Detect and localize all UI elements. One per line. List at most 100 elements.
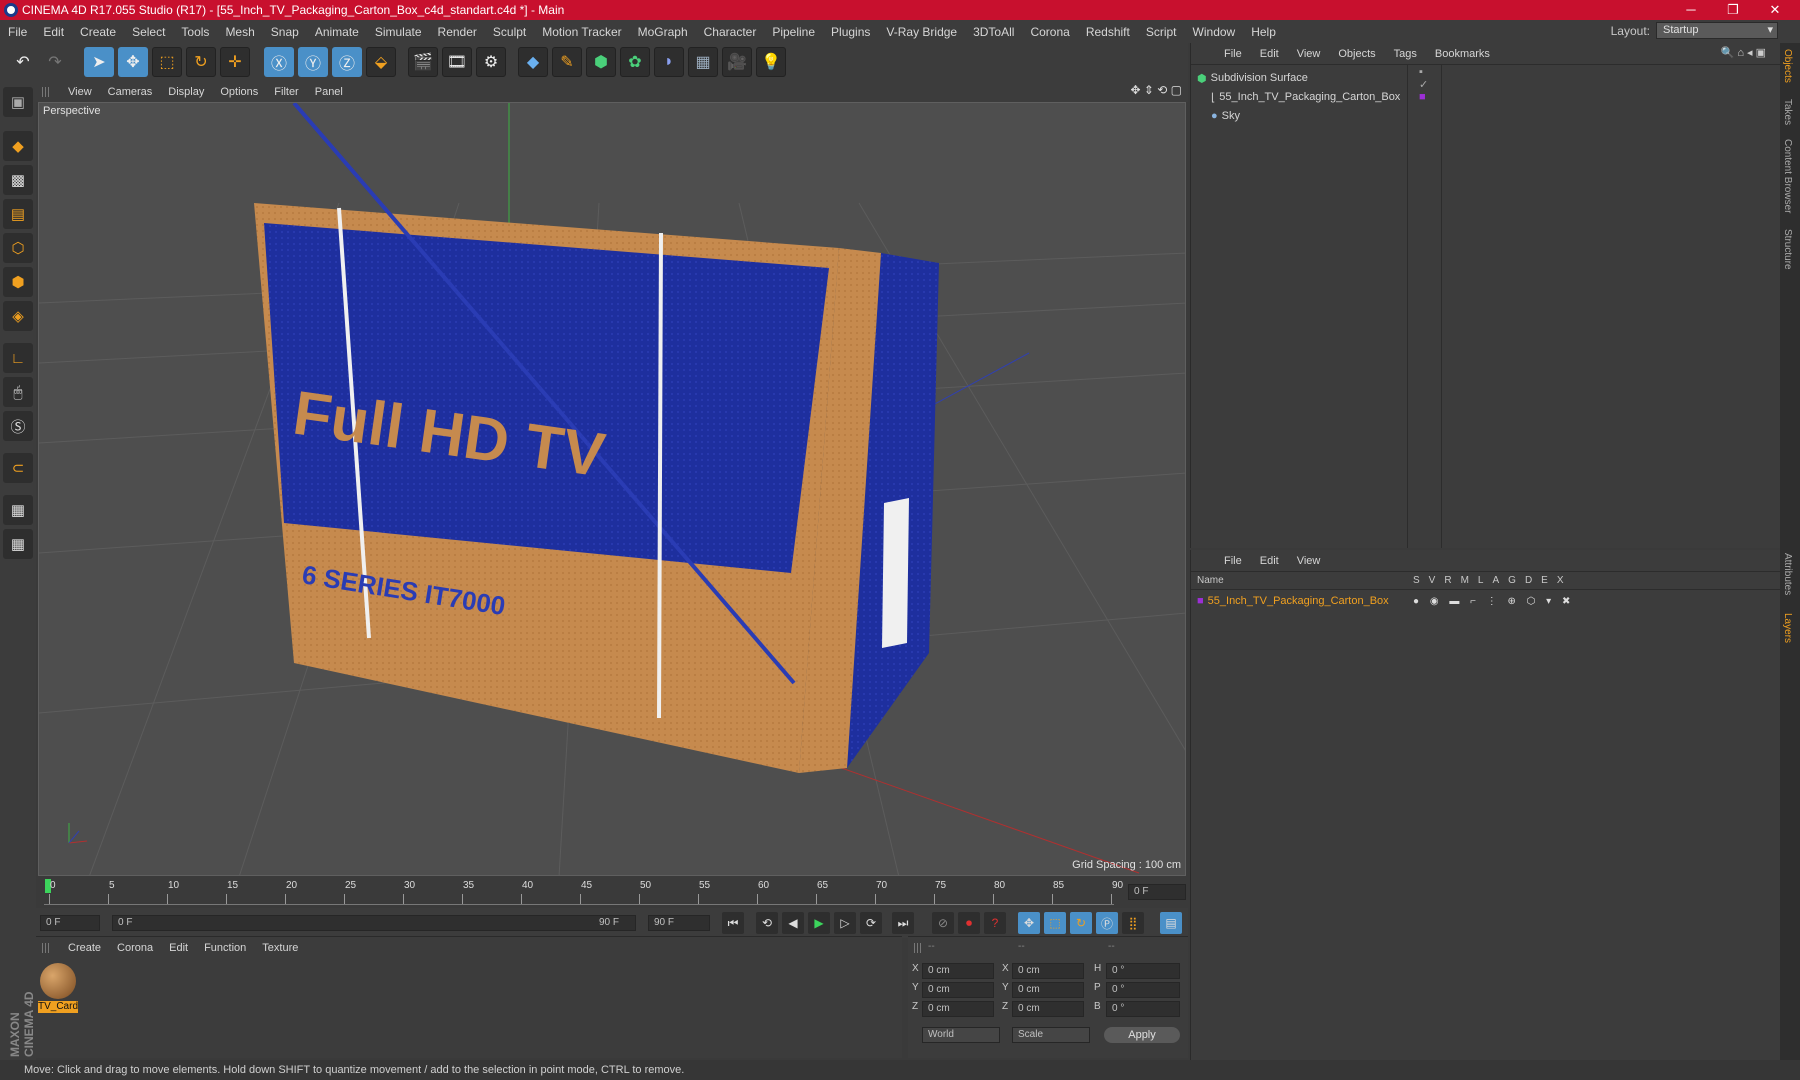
lock-workplane-icon[interactable]: ▦ xyxy=(3,495,33,525)
start-frame-field[interactable]: 0 F xyxy=(40,915,100,931)
menu-tools[interactable]: Tools xyxy=(173,25,217,39)
tab-structure[interactable]: Structure xyxy=(1782,229,1793,270)
magnet-icon[interactable]: ⊂ xyxy=(3,453,33,483)
transform-icon[interactable]: ✛ xyxy=(220,47,250,77)
viewport-nav-icons[interactable]: ✥ ⇕ ⟲ ▢ xyxy=(1130,83,1182,97)
redo-icon[interactable]: ↷ xyxy=(40,47,70,77)
object-menu-tags[interactable]: Tags xyxy=(1385,48,1426,60)
points-mode-icon[interactable]: ⬡ xyxy=(3,233,33,263)
timeline-window-icon[interactable]: ▤ xyxy=(1160,912,1182,934)
key-parameter-icon[interactable]: Ⓟ xyxy=(1096,912,1118,934)
menu-help[interactable]: Help xyxy=(1243,25,1284,39)
tab-layers[interactable]: Layers xyxy=(1782,613,1793,643)
snapping-icon[interactable]: Ⓢ xyxy=(3,411,33,441)
subdivision-icon[interactable]: ⬢ xyxy=(586,47,616,77)
texture-mode-icon[interactable]: ▩ xyxy=(3,165,33,195)
material-menu-edit[interactable]: Edit xyxy=(161,942,196,954)
material-menu-texture[interactable]: Texture xyxy=(254,942,306,954)
rotation-p-field[interactable]: 0 ° xyxy=(1106,982,1180,998)
material-menu-create[interactable]: Create xyxy=(60,942,109,954)
scale-mode-select[interactable]: Scale xyxy=(1012,1027,1090,1043)
planar-workplane-icon[interactable]: ▦ xyxy=(3,529,33,559)
viewport-menu-view[interactable]: View xyxy=(60,86,100,98)
z-axis-icon[interactable]: Ⓩ xyxy=(332,47,362,77)
menu-3dtoall[interactable]: 3DToAll xyxy=(965,25,1022,39)
deformer-icon[interactable]: ◗ xyxy=(654,47,684,77)
object-menu-objects[interactable]: Objects xyxy=(1329,48,1384,60)
rotate-icon[interactable]: ↻ xyxy=(186,47,216,77)
apply-button[interactable]: Apply xyxy=(1104,1027,1180,1043)
object-row-carton-box[interactable]: ⌊ 55_Inch_TV_Packaging_Carton_Box ■ xyxy=(1211,88,1426,106)
viewport-menu-panel[interactable]: Panel xyxy=(307,86,351,98)
carton-box-model[interactable]: Full HD TV 6 SERIES IT7000 xyxy=(254,103,939,773)
menu-render[interactable]: Render xyxy=(430,25,485,39)
render-picture-viewer-icon[interactable]: 🎞 xyxy=(442,47,472,77)
menu-character[interactable]: Character xyxy=(696,25,765,39)
material-tag-icon[interactable]: ■ xyxy=(1419,91,1426,103)
menu-sculpt[interactable]: Sculpt xyxy=(485,25,534,39)
object-row-sky[interactable]: ● Sky xyxy=(1211,107,1240,125)
position-z-field[interactable]: 0 cm xyxy=(922,1001,994,1017)
menu-mograph[interactable]: MoGraph xyxy=(630,25,696,39)
timeline-track[interactable] xyxy=(44,879,1114,905)
scale-icon[interactable]: ⬚ xyxy=(152,47,182,77)
visibility-dots-icon[interactable]: ▪ ✓ xyxy=(1419,66,1428,91)
viewport-menu-options[interactable]: Options xyxy=(212,86,266,98)
camera-icon[interactable]: 🎥 xyxy=(722,47,752,77)
tab-objects[interactable]: Objects xyxy=(1782,49,1793,83)
size-x-field[interactable]: 0 cm xyxy=(1012,963,1084,979)
layer-flag-icons[interactable]: ● ◉ ▬ ⌐ ⋮ ⊕ ⬡ ▾ ✖ xyxy=(1413,596,1574,607)
undo-icon[interactable]: ↶ xyxy=(8,47,38,77)
tab-takes[interactable]: Takes xyxy=(1782,99,1793,125)
object-menu-edit[interactable]: Edit xyxy=(1251,48,1288,60)
keyframe-selection-icon[interactable]: ? xyxy=(984,912,1006,934)
maximize-icon[interactable]: ❐ xyxy=(1712,0,1754,20)
next-key-icon[interactable]: ⟳ xyxy=(860,912,882,934)
tab-content-browser[interactable]: Content Browser xyxy=(1782,139,1793,213)
size-y-field[interactable]: 0 cm xyxy=(1012,982,1084,998)
menu-snap[interactable]: Snap xyxy=(263,25,307,39)
position-x-field[interactable]: 0 cm xyxy=(922,963,994,979)
menu-simulate[interactable]: Simulate xyxy=(367,25,430,39)
timeline-ruler[interactable]: 0 5 10 15 20 25 30 35 40 45 50 55 60 65 70 75 80 85 90 0 F xyxy=(36,876,1188,908)
menu-vray-bridge[interactable]: V-Ray Bridge xyxy=(878,25,965,39)
menu-window[interactable]: Window xyxy=(1185,25,1244,39)
go-to-end-icon[interactable]: ⏭ xyxy=(892,912,914,934)
make-editable-icon[interactable]: ▣ xyxy=(3,87,33,117)
polygons-mode-icon[interactable]: ◈ xyxy=(3,301,33,331)
position-y-field[interactable]: 0 cm xyxy=(922,982,994,998)
menu-corona[interactable]: Corona xyxy=(1022,25,1077,39)
pen-spline-icon[interactable]: ✎ xyxy=(552,47,582,77)
size-z-field[interactable]: 0 cm xyxy=(1012,1001,1084,1017)
frame-range-slider[interactable]: 0 F 90 F xyxy=(112,915,636,931)
rotation-h-field[interactable]: 0 ° xyxy=(1106,963,1180,979)
record-keys-icon[interactable]: ⊘ xyxy=(932,912,954,934)
search-icon[interactable]: 🔍 ⌂ ◂ ▣ xyxy=(1712,46,1775,59)
end-frame-field[interactable]: 90 F xyxy=(648,915,710,931)
workplane-icon[interactable]: ▤ xyxy=(3,199,33,229)
select-cursor-icon[interactable]: ➤ xyxy=(84,47,114,77)
tweak-mode-icon[interactable]: 🖱 xyxy=(3,377,33,407)
menu-select[interactable]: Select xyxy=(124,25,173,39)
layer-menu-edit[interactable]: Edit xyxy=(1251,555,1288,567)
key-scale-icon[interactable]: ⬚ xyxy=(1044,912,1066,934)
key-rotation-icon[interactable]: ↻ xyxy=(1070,912,1092,934)
menu-plugins[interactable]: Plugins xyxy=(823,25,878,39)
coordinate-mode-select[interactable]: World xyxy=(922,1027,1000,1043)
menu-pipeline[interactable]: Pipeline xyxy=(764,25,823,39)
object-menu-view[interactable]: View xyxy=(1288,48,1330,60)
layer-menu-file[interactable]: File xyxy=(1215,555,1251,567)
menu-mesh[interactable]: Mesh xyxy=(217,25,262,39)
layout-select[interactable]: Startup ▾ xyxy=(1656,22,1778,39)
object-row-subdivision-surface[interactable]: ⬢ Subdivision Surface ▪ ✓ xyxy=(1197,66,1428,91)
current-frame-field[interactable]: 0 F xyxy=(1128,884,1186,900)
key-pla-icon[interactable]: ⣿ xyxy=(1122,912,1144,934)
layer-menu-view[interactable]: View xyxy=(1288,555,1330,567)
tab-attributes[interactable]: Attributes xyxy=(1782,553,1793,595)
floor-icon[interactable]: ▦ xyxy=(688,47,718,77)
light-icon[interactable]: 💡 xyxy=(756,47,786,77)
menu-motion-tracker[interactable]: Motion Tracker xyxy=(534,25,629,39)
material-menu-corona[interactable]: Corona xyxy=(109,942,161,954)
object-menu-file[interactable]: File xyxy=(1215,48,1251,60)
previous-frame-icon[interactable]: ◀ xyxy=(782,912,804,934)
